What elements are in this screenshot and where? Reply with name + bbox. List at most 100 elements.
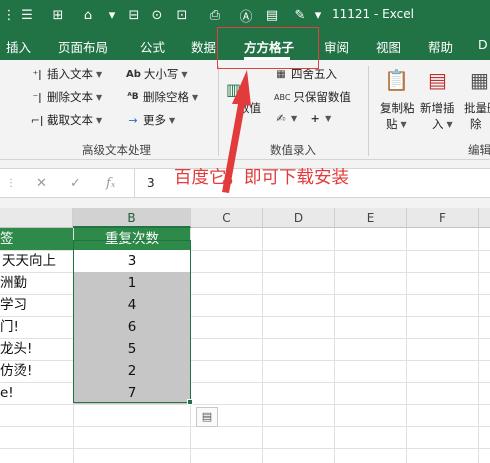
cell-a3[interactable]: 洲勤 [0,272,73,294]
cell-a4[interactable]: 学习 [0,294,73,316]
extract-text-icon: ⌐ǀ [30,113,44,127]
remove-spaces-button[interactable]: ᴬB 删除空格 ▼ [126,89,198,105]
extract-text-button[interactable]: ⌐ǀ 截取文本 ▼ [30,112,102,128]
column-header-e[interactable]: E [335,208,407,228]
quick-analysis-icon[interactable]: ▤ [196,407,218,427]
customize-dropdown-icon[interactable]: ▾ [310,5,326,25]
insert-new-button[interactable]: 新增插 [420,100,455,116]
cell-a6[interactable]: 龙头! [0,338,73,360]
insert-rows-icon: ▤ [428,68,447,92]
tab-insert[interactable]: 插入 [6,37,31,56]
case-label: 大小写 [143,67,179,81]
remove-spaces-label: 删除空格 [143,90,189,104]
cell-a5[interactable]: 门! [0,316,73,338]
chevron-down-icon: ▼ [400,119,407,129]
gridline [190,228,191,463]
batch-delete-icon: ▦ [470,68,489,92]
keep-numbers-icon: ABC [274,92,291,102]
cell-a7[interactable]: 仿烫! [0,360,73,382]
more-label: 更多 [143,113,166,127]
chevron-down-icon: ▼ [291,114,298,123]
batch-delete-line2[interactable]: 除 [470,116,482,132]
chevron-down-icon: ▼ [325,114,332,123]
sheet-icon[interactable]: ▤ [262,5,282,25]
copy-paste-label: 复制粘 [380,101,415,115]
insert-new-line2[interactable]: 入 ▼ [432,116,453,132]
cell-a8[interactable]: e! [0,382,73,404]
annotation-highlight-box [217,27,319,69]
gridline [478,228,479,463]
fill-handle[interactable] [187,399,193,405]
keep-numbers-label: 只保留数值 [293,90,351,104]
table-icon[interactable]: ⊟ [124,5,144,25]
chevron-down-icon: ▼ [446,119,453,129]
column-header-b[interactable]: B [73,208,191,228]
batch-delete-label: 批量删 [464,101,490,115]
tab-help[interactable]: 帮助 [428,37,453,56]
settings-icon[interactable]: ⊡ [172,5,192,25]
insert-new-label-2: 入 [432,117,444,131]
tab-formulas[interactable]: 公式 [140,37,165,56]
insert-text-label: 插入文本 [47,67,93,81]
cancel-icon[interactable]: ✕ [36,176,47,191]
menu-icon[interactable]: ☰ [16,5,38,25]
cell-b2[interactable]: 3 [74,250,190,272]
column-header-c[interactable]: C [191,208,263,228]
group-label-text: 高级文本处理 [82,143,151,157]
cell-b1[interactable]: 重复次数 [74,228,190,250]
copy-paste-line2[interactable]: 贴 ▼ [386,116,407,132]
gridline [262,228,263,463]
enter-icon[interactable]: ✓ [70,176,81,191]
chevron-down-icon: ▼ [96,115,103,125]
print-icon[interactable]: ⎙ [204,5,226,25]
cell-b6[interactable]: 5 [74,338,190,360]
batch-delete-label-2: 除 [470,117,482,131]
cell-a1[interactable]: 签 [0,228,73,250]
round-icon: ▦ [276,68,286,80]
cell-b7[interactable]: 2 [74,360,190,382]
delete-text-icon: ⁻ǀ [32,90,42,104]
number-tools-button[interactable]: ✍ ▼ + ▼ [274,112,331,125]
numeric-label: 数值 [238,101,261,115]
chevron-down-icon: ▼ [96,92,103,102]
more-icon[interactable]: ⋮ [3,5,16,25]
numeric-button[interactable]: 数值 [238,100,261,116]
case-button[interactable]: Ab 大小写 ▼ [126,66,188,82]
gridline [0,448,490,449]
tab-more[interactable]: D [478,37,488,52]
title-bar: ⋮ ☰ ⊞ ⌂ ▾ ⊟ ⊙ ⊡ ⎙ Ⓐ ▤ ✎ ▾ 11121 - Excel [0,0,490,30]
more-button[interactable]: → 更多 ▼ [126,112,175,128]
column-header-a[interactable] [0,208,73,228]
chart-icon[interactable]: ⌂ [78,5,98,25]
ribbon-panel: ⁺ǀ 插入文本 ▼ ⁻ǀ 删除文本 ▼ ⌐ǀ 截取文本 ▼ Ab 大小写 ▼ ᴬ… [0,60,490,160]
column-header-g[interactable] [479,208,490,228]
worksheet-grid[interactable]: B C D E F 签 重复次数 天天向上 3 洲勤 1 学习 4 门! 6 龙… [0,208,490,463]
cell-b8[interactable]: 7 [74,382,190,404]
batch-delete-button[interactable]: 批量删 [464,100,490,116]
insert-text-button[interactable]: ⁺ǀ 插入文本 ▼ [30,66,102,82]
camera-icon[interactable]: ⊙ [146,5,168,25]
copy-paste-button[interactable]: 复制粘 [380,100,415,116]
tab-view[interactable]: 视图 [376,37,401,56]
column-header-f[interactable]: F [407,208,479,228]
tab-data[interactable]: 数据 [191,37,216,56]
cell-b4[interactable]: 4 [74,294,190,316]
tab-page-layout[interactable]: 页面布局 [58,37,108,56]
cell-a2[interactable]: 天天向上 [0,250,73,272]
gridline [0,426,490,427]
column-header-d[interactable]: D [263,208,335,228]
chevron-down-icon: ▼ [96,69,103,79]
delete-text-button[interactable]: ⁻ǀ 删除文本 ▼ [30,89,102,105]
clipboard-icon: 📋 [384,68,409,92]
fx-icon[interactable]: fₓ [106,176,115,191]
drag-handle-icon[interactable]: ⋮ [6,178,16,189]
tab-review[interactable]: 审阅 [324,37,349,56]
grid-icon[interactable]: ⊞ [48,5,68,25]
keep-numbers-button[interactable]: ABC 只保留数值 [274,89,351,105]
brush-icon[interactable]: ✎ [290,5,310,25]
cell-b3[interactable]: 1 [74,272,190,294]
dropdown-icon[interactable]: ▾ [104,5,120,25]
arrow-right-icon: → [128,113,138,127]
font-icon[interactable]: Ⓐ [236,5,256,25]
cell-b5[interactable]: 6 [74,316,190,338]
